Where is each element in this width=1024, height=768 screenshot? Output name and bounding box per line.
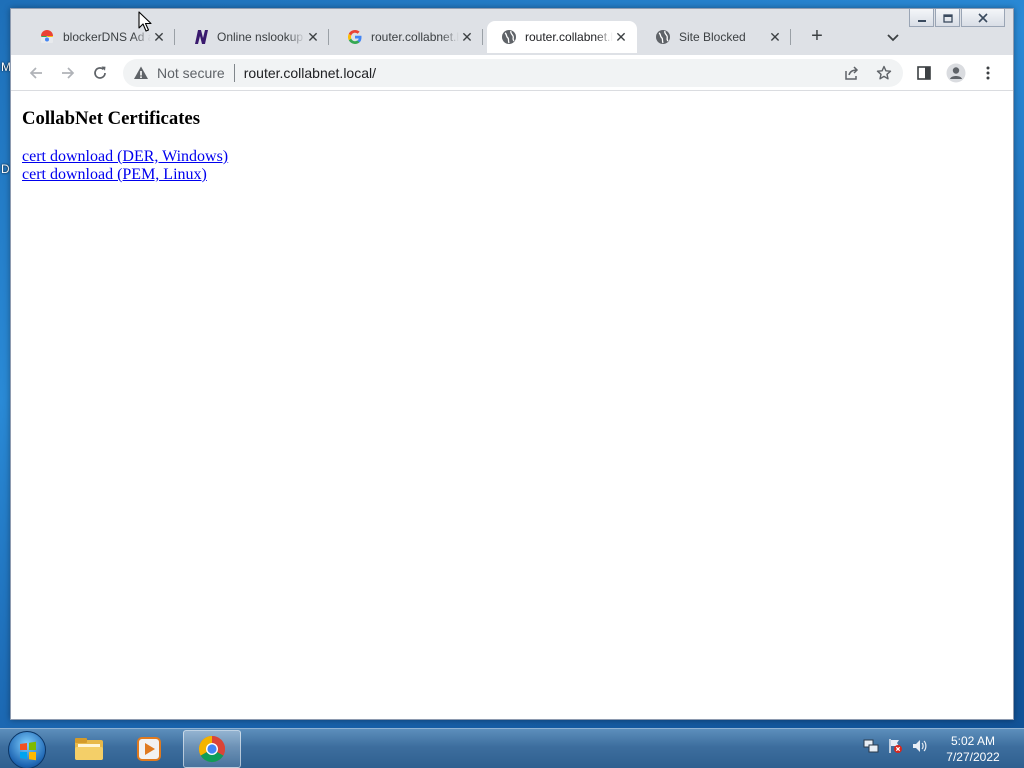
url-text[interactable]: router.collabnet.local/ bbox=[244, 65, 376, 81]
bookmark-star-icon[interactable] bbox=[872, 61, 896, 85]
new-tab-plus-icon[interactable]: + bbox=[805, 25, 829, 49]
browser-window: blockerDNS Ad a ✕ Online nslookup ✕ rout… bbox=[10, 8, 1014, 720]
close-tab-icon[interactable]: ✕ bbox=[305, 29, 321, 45]
cert-download-der-link[interactable]: cert download (DER, Windows) bbox=[22, 148, 1002, 166]
system-clock[interactable]: 5:02 AM 7/27/2022 bbox=[935, 733, 1011, 765]
globe-icon bbox=[501, 29, 517, 45]
browser-toolbar: Not secure router.collabnet.local/ bbox=[11, 55, 1013, 91]
mouse-cursor-icon bbox=[138, 11, 152, 32]
tab-separator bbox=[328, 29, 329, 45]
tab-title: router.collabnet.l bbox=[525, 30, 613, 44]
n-logo-icon bbox=[193, 29, 209, 45]
tab-title: Online nslookup bbox=[217, 30, 304, 44]
minimize-icon[interactable] bbox=[909, 9, 934, 27]
clock-date: 7/27/2022 bbox=[946, 750, 1000, 764]
page-content: CollabNet Certificates cert download (DE… bbox=[11, 91, 1013, 719]
close-tab-icon[interactable]: ✕ bbox=[459, 29, 475, 45]
reload-icon[interactable] bbox=[88, 61, 112, 85]
restore-icon[interactable] bbox=[935, 9, 960, 27]
tab-search-chevron-down-icon[interactable] bbox=[883, 27, 903, 47]
share-icon[interactable] bbox=[840, 61, 864, 85]
tab-separator bbox=[790, 29, 791, 45]
volume-icon[interactable] bbox=[910, 737, 928, 755]
close-window-icon[interactable] bbox=[961, 9, 1005, 27]
tab-title: Site Blocked bbox=[679, 30, 746, 44]
file-explorer-icon[interactable] bbox=[60, 730, 118, 768]
chrome-web-store-icon bbox=[39, 29, 55, 45]
globe-icon bbox=[655, 29, 671, 45]
desktop-label-fragment: D bbox=[1, 162, 10, 176]
side-panel-icon[interactable] bbox=[912, 61, 936, 85]
security-status-label[interactable]: Not secure bbox=[157, 65, 225, 81]
forward-arrow-icon[interactable] bbox=[56, 61, 80, 85]
omnibox-divider bbox=[233, 64, 235, 82]
cert-download-pem-link[interactable]: cert download (PEM, Linux) bbox=[22, 166, 1002, 184]
back-arrow-icon[interactable] bbox=[24, 61, 48, 85]
tab-title: router.collabnet.l bbox=[371, 30, 459, 44]
close-tab-icon[interactable]: ✕ bbox=[151, 29, 167, 45]
network-icon[interactable] bbox=[862, 737, 880, 755]
clock-time: 5:02 AM bbox=[950, 734, 996, 748]
page-heading: CollabNet Certificates bbox=[22, 108, 200, 129]
system-tray bbox=[862, 737, 928, 755]
chrome-icon[interactable] bbox=[183, 730, 241, 768]
tab-nslookup[interactable]: Online nslookup ✕ bbox=[179, 21, 329, 53]
tab-separator bbox=[174, 29, 175, 45]
tab-router-active[interactable]: router.collabnet.l ✕ bbox=[487, 21, 637, 53]
action-center-flag-icon[interactable] bbox=[886, 737, 904, 755]
google-g-icon bbox=[347, 29, 363, 45]
taskbar: 5:02 AM 7/27/2022 bbox=[0, 728, 1024, 768]
close-tab-icon[interactable]: ✕ bbox=[613, 29, 629, 45]
tab-blockerdns[interactable]: blockerDNS Ad a ✕ bbox=[25, 21, 175, 53]
tab-site-blocked[interactable]: Site Blocked ✕ bbox=[641, 21, 791, 53]
tab-separator bbox=[482, 29, 483, 45]
tab-router-google[interactable]: router.collabnet.l ✕ bbox=[333, 21, 483, 53]
more-menu-kebab-icon[interactable] bbox=[976, 61, 1000, 85]
warning-triangle-icon[interactable] bbox=[133, 65, 149, 81]
address-bar[interactable]: Not secure router.collabnet.local/ bbox=[123, 59, 903, 87]
media-player-icon[interactable] bbox=[120, 730, 178, 768]
tab-strip: blockerDNS Ad a ✕ Online nslookup ✕ rout… bbox=[11, 9, 1013, 55]
windows-start-icon[interactable] bbox=[8, 731, 46, 768]
close-tab-icon[interactable]: ✕ bbox=[767, 29, 783, 45]
profile-avatar-icon[interactable] bbox=[944, 61, 968, 85]
window-controls bbox=[908, 9, 1005, 27]
